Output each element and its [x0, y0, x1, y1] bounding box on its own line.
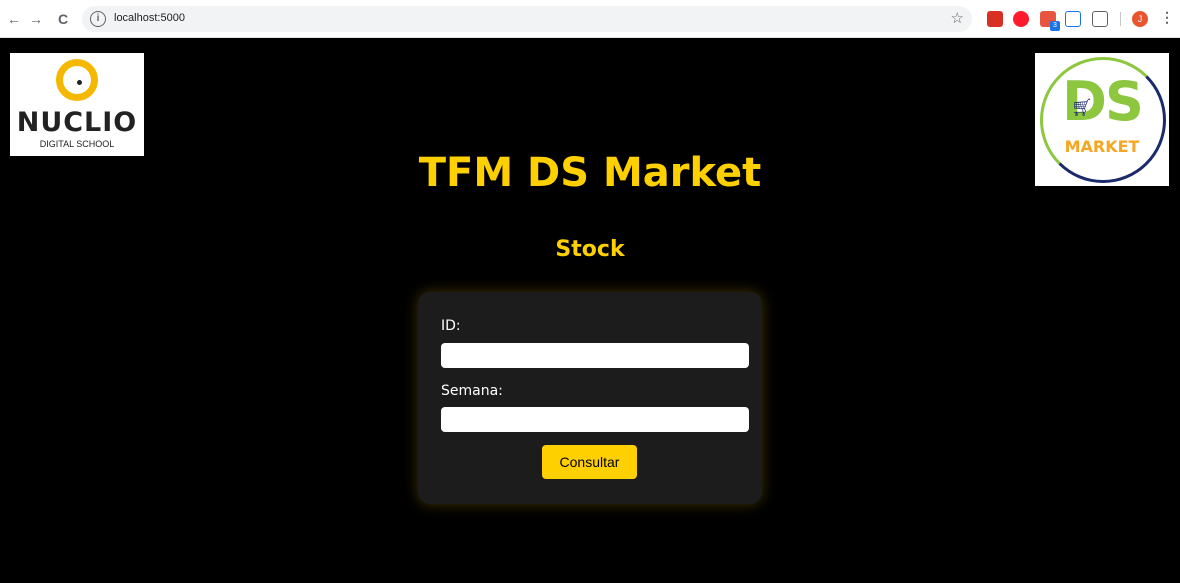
page-subtitle: Stock: [555, 237, 625, 262]
id-label: ID:: [441, 318, 461, 334]
nuclio-logo-sub: DIGITAL SCHOOL: [39, 139, 115, 149]
opera-extension-icon[interactable]: [1013, 11, 1029, 27]
nuclio-logo: NUCLIO DIGITAL SCHOOL: [10, 53, 144, 156]
week-label: Semana:: [441, 383, 503, 399]
ds-logo-letters: DS: [1062, 70, 1144, 133]
address-bar[interactable]: i localhost:5000 ☆: [82, 6, 972, 32]
consultar-button[interactable]: Consultar: [542, 445, 637, 479]
shopping-cart-icon: 🛒︎: [1071, 98, 1093, 117]
extensions-puzzle-icon[interactable]: [1092, 11, 1108, 27]
week-input[interactable]: [441, 407, 749, 432]
page-title: TFM DS Market: [418, 150, 762, 196]
site-info-icon[interactable]: i: [90, 11, 106, 27]
profile-avatar[interactable]: J: [1132, 11, 1148, 27]
extension-icon[interactable]: 3: [1040, 11, 1060, 31]
url-text[interactable]: localhost:5000: [114, 12, 185, 24]
bookmark-star-icon[interactable]: ☆: [951, 9, 964, 27]
nuclio-dot: [77, 80, 82, 85]
stock-form: ID: Semana: Consultar: [418, 292, 762, 504]
back-icon[interactable]: ←: [4, 9, 24, 29]
nuclio-ring-icon: [56, 59, 98, 101]
reload-icon[interactable]: C: [53, 9, 73, 29]
extension-badge: 3: [1050, 21, 1060, 31]
forward-icon[interactable]: →: [26, 9, 46, 29]
toolbar-separator: [1120, 12, 1121, 26]
mw-extension-icon[interactable]: [1065, 11, 1081, 27]
pdf-extension-icon[interactable]: [987, 11, 1003, 27]
browser-menu-icon[interactable]: ⋮: [1160, 9, 1174, 26]
id-input[interactable]: [441, 343, 749, 368]
browser-toolbar: ← → C i localhost:5000 ☆ 3 J ⋮: [0, 0, 1180, 38]
nuclio-logo-word: NUCLIO: [16, 107, 138, 138]
